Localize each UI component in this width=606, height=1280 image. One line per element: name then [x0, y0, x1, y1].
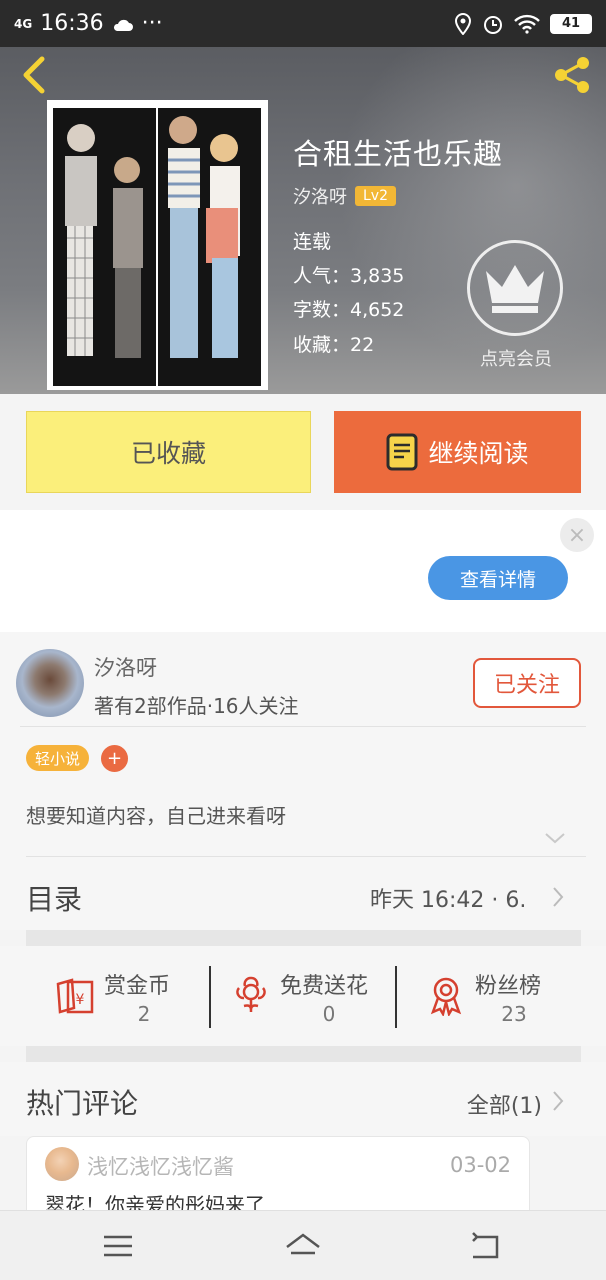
add-tag-button[interactable]: +	[101, 745, 128, 772]
book-favorites: 收藏：22	[293, 334, 375, 356]
toc-title: 目录	[26, 883, 83, 916]
menu-icon[interactable]	[98, 1229, 138, 1263]
vip-button[interactable]	[467, 240, 563, 336]
comments-header: 热门评论 全部(1)	[0, 1062, 606, 1136]
author-card: 汐洛呀 著有2部作品·16人关注 已关注 轻小说 + 想要知道内容，自己进来看呀	[0, 632, 606, 862]
stat-fans-label: 粉丝榜	[475, 974, 542, 999]
chevron-right-icon	[553, 887, 564, 907]
stat-flower-value: 0	[322, 1002, 336, 1026]
back-icon[interactable]	[467, 1229, 507, 1263]
stat-reward-value: 2	[137, 1002, 151, 1026]
book-description: 想要知道内容，自己进来看呀	[26, 804, 286, 828]
stat-fans-value: 23	[501, 1002, 527, 1026]
crown-icon	[486, 265, 544, 313]
chevron-right-icon[interactable]	[551, 1090, 565, 1112]
system-nav-bar	[0, 1210, 606, 1280]
genre-tag[interactable]: 轻小说	[26, 745, 90, 771]
author-card-subtitle: 著有2部作品·16人关注	[94, 694, 299, 718]
ad-close-button[interactable]: ×	[560, 518, 594, 552]
stat-separator	[395, 966, 397, 1028]
share-icon[interactable]	[550, 53, 594, 97]
vip-label[interactable]: 点亮会员	[466, 345, 566, 371]
book-popularity: 人气：3,835	[293, 265, 405, 287]
stat-flower-label: 免费送花	[280, 974, 369, 999]
author-card-name[interactable]: 汐洛呀	[94, 652, 157, 682]
level-badge: Lv2	[355, 186, 396, 206]
cloud-icon	[113, 19, 133, 31]
action-bar: 已收藏 继续阅读	[0, 394, 606, 510]
stat-separator	[209, 966, 211, 1028]
comments-all-link[interactable]: 全部(1)	[467, 1088, 542, 1120]
comment-date: 03-02	[449, 1153, 511, 1177]
continue-reading-button[interactable]: 继续阅读	[334, 411, 581, 493]
battery-indicator: 41	[550, 13, 592, 34]
divider	[26, 856, 586, 857]
author-avatar[interactable]	[16, 649, 84, 717]
book-title: 合租生活也乐趣	[293, 137, 504, 171]
chevron-down-icon[interactable]	[543, 830, 567, 846]
comment-avatar[interactable]	[45, 1147, 79, 1181]
follow-button[interactable]: 已关注	[473, 658, 581, 708]
book-word-count: 字数：4,652	[293, 299, 405, 321]
section-separator	[26, 1046, 581, 1062]
ad-detail-button[interactable]: 查看详情	[428, 556, 568, 600]
book-author[interactable]: 汐洛呀	[293, 183, 347, 209]
home-icon[interactable]	[283, 1229, 323, 1263]
status-bar: 4G 16:36 ··· 41	[0, 0, 606, 47]
book-cover[interactable]	[47, 100, 268, 390]
location-icon	[454, 12, 472, 35]
section-separator	[26, 930, 581, 946]
comment-username[interactable]: 浅忆浅忆浅忆酱	[87, 1151, 234, 1181]
cover-panel-left	[53, 108, 156, 386]
favorited-button[interactable]: 已收藏	[26, 411, 311, 493]
wifi-icon	[514, 14, 540, 34]
ad-banner: × 查看详情	[0, 510, 606, 632]
network-indicator: 4G	[14, 16, 33, 31]
continue-reading-label: 继续阅读	[428, 439, 529, 468]
alarm-icon	[484, 15, 502, 34]
divider	[20, 726, 586, 727]
comments-title: 热门评论	[26, 1087, 139, 1120]
stat-reward-label: 赏金币	[104, 974, 171, 999]
toc-update-info: 昨天 16:42 · 6.	[370, 888, 527, 913]
stat-fans[interactable]: 粉丝榜 23	[425, 964, 555, 1030]
cover-panel-right	[158, 108, 261, 386]
toc-row[interactable]: 目录 昨天 16:42 · 6.	[0, 862, 606, 930]
stat-flower[interactable]: 免费送花 0	[230, 964, 380, 1030]
book-status: 连载	[293, 231, 332, 253]
book-icon	[386, 433, 418, 471]
back-arrow-icon[interactable]	[16, 55, 52, 95]
status-more: ···	[141, 11, 163, 36]
book-header: 合租生活也乐趣 汐洛呀 Lv2 连载 人气：3,835 字数：4,652 收藏：…	[0, 47, 606, 394]
stat-reward[interactable]: ¥ 赏金币 2	[54, 964, 194, 1030]
status-time: 16:36	[40, 11, 104, 36]
stats-row: ¥ 赏金币 2 免费送花 0 粉丝榜 23	[0, 946, 606, 1046]
author-line: 汐洛呀 Lv2	[293, 183, 396, 209]
